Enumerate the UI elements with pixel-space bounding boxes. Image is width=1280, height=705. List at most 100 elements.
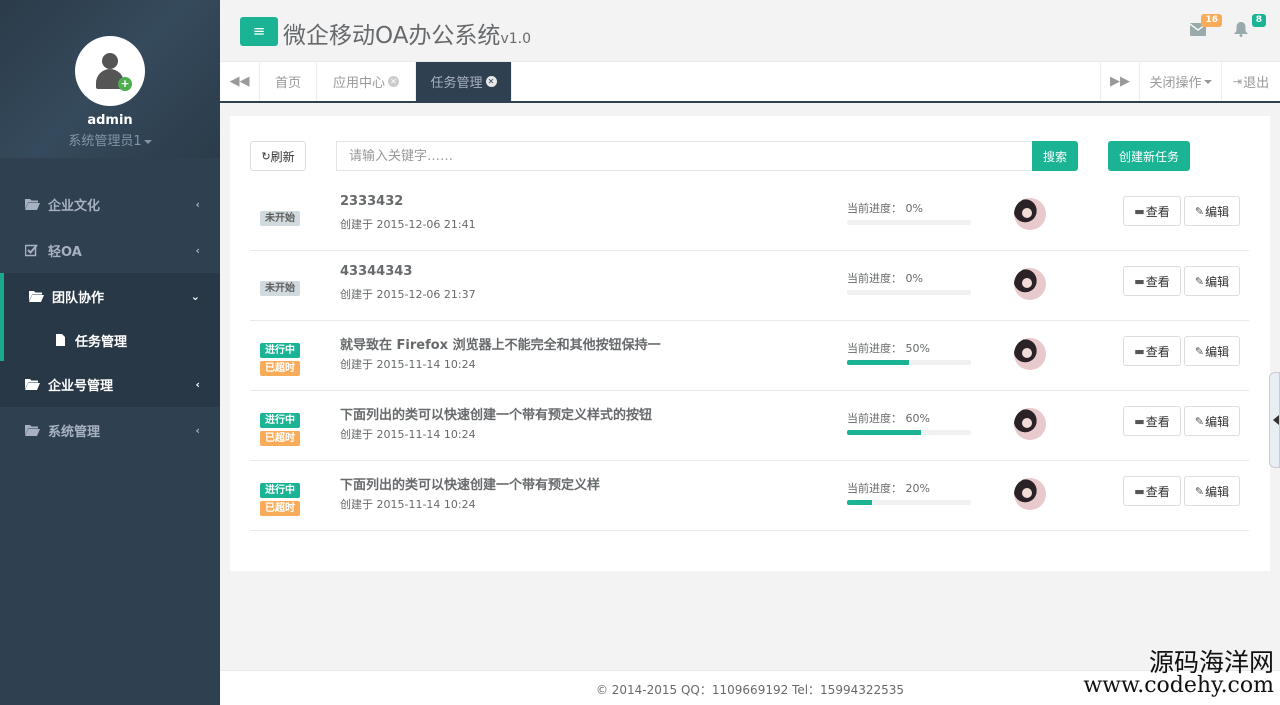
search-button[interactable]: 搜索 (1032, 141, 1078, 171)
tab-task-management[interactable]: 任务管理 ✕ (416, 62, 512, 101)
view-button[interactable]: ▬ 查看 (1123, 196, 1181, 226)
chevron-left-icon: ‹ (195, 378, 200, 391)
assignee-avatar (1014, 198, 1046, 230)
header: ≡ 微企移动OA办公系统v1.0 16 8 (220, 0, 1280, 62)
edit-button[interactable]: ✎ 编辑 (1184, 406, 1240, 436)
menu-toggle-button[interactable]: ≡ (240, 17, 278, 46)
notification-count-badge: 8 (1251, 14, 1266, 27)
check-square-icon (25, 243, 43, 257)
progress-label: 当前进度： 60% (847, 412, 930, 425)
tabs-scroll-left-button[interactable]: ◀◀ (220, 62, 260, 101)
tab-home[interactable]: 首页 (260, 62, 317, 101)
view-button[interactable]: ▬ 查看 (1123, 406, 1181, 436)
sidebar-item-system[interactable]: 系统管理 ‹ (0, 407, 220, 453)
close-icon[interactable]: ✕ (485, 76, 497, 87)
bars-icon: ≡ (252, 22, 266, 40)
sidebar-item-label: 系统管理 (48, 424, 101, 440)
close-icon[interactable]: ✕ (388, 76, 399, 87)
chevron-down-icon: ⌄ (190, 290, 200, 303)
task-date: 创建于 2015-11-14 10:24 (340, 498, 476, 511)
refresh-button[interactable]: ↻ 刷新 (250, 141, 306, 171)
sidebar-item-enterprise[interactable]: 企业号管理 ‹ (0, 361, 220, 407)
forward-icon: ▶▶ (1110, 74, 1130, 89)
edit-button[interactable]: ✎ 编辑 (1184, 196, 1240, 226)
create-task-button[interactable]: 创建新任务 (1108, 141, 1190, 171)
status-badge: 未开始 (260, 211, 300, 226)
progress-fill (847, 360, 909, 365)
task-title[interactable]: 2333432 (340, 194, 403, 209)
task-date: 创建于 2015-11-14 10:24 (340, 358, 476, 371)
progress-label: 当前进度： 0% (847, 202, 923, 215)
side-panel-handle[interactable] (1269, 372, 1280, 468)
search-input[interactable]: 请输入关键字…… (336, 141, 1033, 171)
view-button[interactable]: ▬ 查看 (1123, 336, 1181, 366)
task-date: 创建于 2015-12-06 21:41 (340, 218, 476, 231)
progress-label: 当前进度： 0% (847, 272, 923, 285)
user-role-dropdown[interactable]: 系统管理员1 (0, 130, 220, 149)
avatar[interactable]: + (75, 36, 145, 106)
sidebar-nav: 企业文化 ‹ 轻OA ‹ 团队协作 ⌄ 任务管理 企业号管理 ‹ 系统管理 ‹ (0, 181, 220, 453)
sidebar-item-label: 企业号管理 (48, 378, 114, 394)
edit-button[interactable]: ✎ 编辑 (1184, 336, 1240, 366)
logout-button[interactable]: ⇥ 退出 (1222, 62, 1280, 101)
app-title: 微企移动OA办公系统v1.0 (283, 23, 531, 49)
file-icon (56, 334, 65, 346)
app-version: v1.0 (500, 31, 531, 47)
user-profile: + admin 系统管理员1 (0, 0, 220, 158)
folder-open-icon (25, 198, 43, 210)
user-name: admin (87, 113, 133, 128)
task-panel: ↻ 刷新 请输入关键字…… 搜索 创建新任务 未开始 2333432 创建于 2015… (230, 116, 1270, 571)
tab-app-center[interactable]: 应用中心 ✕ (317, 62, 416, 101)
assignee-avatar (1014, 478, 1046, 510)
sign-out-icon: ⇥ (1232, 75, 1243, 88)
sidebar-item-label: 任务管理 (75, 334, 128, 350)
progress-label: 当前进度： 20% (847, 482, 930, 495)
mail-count-badge: 16 (1201, 14, 1222, 27)
chevron-left-icon: ‹ (195, 244, 200, 257)
sidebar-item-culture[interactable]: 企业文化 ‹ (0, 181, 220, 227)
sidebar-item-light-oa[interactable]: 轻OA ‹ (0, 227, 220, 273)
folder-icon: ▬ (1134, 484, 1145, 498)
mail-button[interactable]: 16 (1189, 14, 1222, 42)
task-title[interactable]: 43344343 (340, 264, 412, 279)
refresh-icon: ↻ (261, 149, 271, 163)
notification-button[interactable]: 8 (1234, 14, 1266, 42)
task-title[interactable]: 下面列出的类可以快速创建一个带有预定义样式的按钮 (340, 404, 652, 423)
task-row: 进行中已超时 下面列出的类可以快速创建一个带有预定义样创建于 2015-11-14… (250, 461, 1249, 531)
progress-bar (847, 430, 971, 435)
close-operations-dropdown[interactable]: 关闭操作 (1140, 62, 1222, 101)
overdue-badge: 已超时 (260, 361, 300, 376)
progress-bar (847, 220, 971, 225)
user-role-label: 系统管理员1 (68, 134, 142, 149)
sidebar: + admin 系统管理员1 企业文化 ‹ 轻OA ‹ 团队协作 ⌄ 任务管理 … (0, 0, 220, 705)
folder-icon: ▬ (1134, 414, 1145, 428)
sidebar-subitem-task[interactable]: 任务管理 (0, 319, 220, 361)
sidebar-item-team[interactable]: 团队协作 ⌄ (0, 273, 220, 319)
pencil-icon: ✎ (1194, 344, 1205, 358)
status-badge: 进行中 (260, 483, 300, 498)
view-button[interactable]: ▬ 查看 (1123, 266, 1181, 296)
pencil-icon: ✎ (1194, 414, 1205, 428)
caret-down-icon (1203, 79, 1212, 84)
tab-bar: ◀◀ 首页 应用中心 ✕ 任务管理 ✕ ▶▶ 关闭操作 ⇥ 退出 (220, 62, 1280, 103)
progress-fill (847, 500, 872, 505)
folder-open-icon (25, 424, 43, 436)
pencil-icon: ✎ (1194, 274, 1205, 288)
view-button[interactable]: ▬ 查看 (1123, 476, 1181, 506)
task-row: 进行中 已超时 下面列出的类可以快速创建一个带有预定义样式的按钮 创建于 2015-1… (250, 391, 1249, 461)
task-title[interactable]: 下面列出的类可以快速创建一个带有预定义样 (340, 474, 600, 493)
tabs-scroll-right-button[interactable]: ▶▶ (1100, 62, 1140, 101)
sidebar-item-label: 企业文化 (48, 198, 101, 214)
edit-button[interactable]: ✎ 编辑 (1184, 476, 1240, 506)
bell-icon (1234, 22, 1248, 37)
status-badge: 进行中 (260, 343, 300, 358)
task-title[interactable]: 就导致在 Firefox 浏览器上不能完全和其他按钮保持一 (340, 334, 661, 353)
task-row: 进行中已超时 就导致在 Firefox 浏览器上不能完全和其他按钮保持一创建于 2… (250, 321, 1249, 391)
edit-button[interactable]: ✎ 编辑 (1184, 266, 1240, 296)
progress-label: 当前进度： 50% (847, 342, 930, 355)
user-icon: + (88, 49, 132, 93)
overdue-badge: 已超时 (260, 501, 300, 516)
status-badge: 进行中 (260, 413, 300, 428)
assignee-avatar (1014, 268, 1046, 300)
task-date: 创建于 2015-12-06 21:37 (340, 288, 476, 301)
